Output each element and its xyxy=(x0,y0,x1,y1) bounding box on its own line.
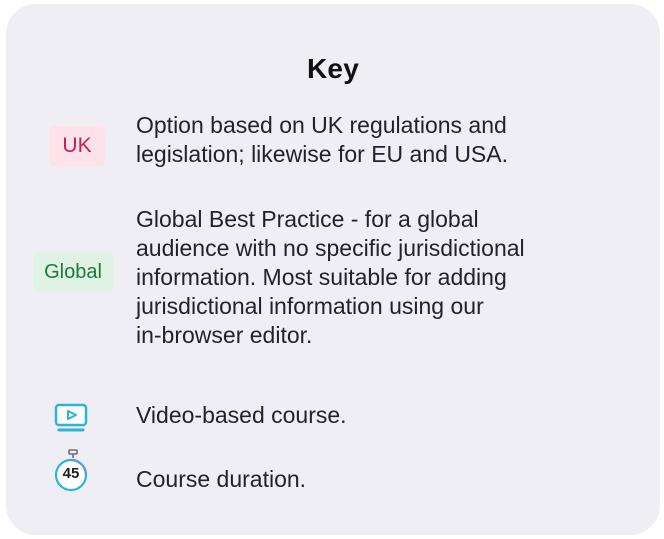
global-description-line-5: in-browser editor. xyxy=(136,322,313,348)
video-description-line-1: Video-based course. xyxy=(136,402,347,428)
key-card: Key UK Option based on UK regulations an… xyxy=(6,4,660,535)
video-description: Video-based course. xyxy=(136,401,646,430)
uk-description-line-1: Option based on UK regulations and xyxy=(136,112,507,138)
duration-description: Course duration. xyxy=(136,465,646,494)
duration-description-line-1: Course duration. xyxy=(136,466,307,492)
uk-description: Option based on UK regulations and legis… xyxy=(136,111,646,169)
global-description-line-3: information. Most suitable for adding xyxy=(136,264,507,290)
timer-icon-number: 45 xyxy=(62,465,80,482)
uk-description-line-2: legislation; likewise for EU and USA. xyxy=(136,141,508,167)
video-icon xyxy=(54,403,88,432)
global-badge: Global xyxy=(33,252,113,292)
global-description-line-1: Global Best Practice - for a global xyxy=(136,206,479,232)
key-title: Key xyxy=(307,53,359,84)
global-description: Global Best Practice - for a global audi… xyxy=(136,205,646,350)
global-description-line-2: audience with no specific jurisdictional xyxy=(136,235,525,261)
global-description-line-4: jurisdictional information using our xyxy=(136,293,484,319)
uk-badge: UK xyxy=(49,126,105,166)
